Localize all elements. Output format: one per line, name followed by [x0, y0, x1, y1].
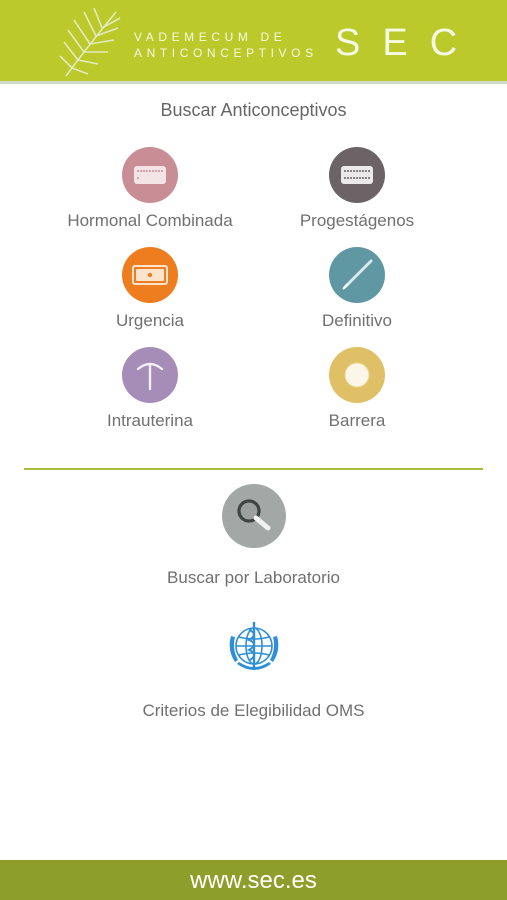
- who-logo-icon: [229, 622, 278, 670]
- category-label: Barrera: [328, 411, 386, 430]
- category-label: Definitivo: [322, 311, 392, 330]
- header-title-line2: ANTICONCEPTIVOS: [134, 46, 318, 60]
- footer-website-link[interactable]: www.sec.es: [0, 860, 507, 900]
- header-title-line1: VADEMECUM DE: [134, 30, 287, 44]
- barrier-ring-icon: [329, 347, 385, 403]
- oms-eligibility-criteria-button[interactable]: Criterios de Elegibilidad OMS: [0, 616, 507, 721]
- category-label: Hormonal Combinada: [67, 211, 233, 230]
- surgical-instrument-icon: [329, 247, 385, 303]
- category-urgencia[interactable]: Urgencia: [40, 247, 260, 331]
- pill-pack-icon: [329, 147, 385, 203]
- palm-leaf-logo-icon: [59, 7, 121, 77]
- section-title: Buscar Anticonceptivos: [160, 100, 347, 120]
- laboratory-label: Buscar por Laboratorio: [167, 568, 340, 587]
- category-progestagenos[interactable]: Progestágenos: [247, 147, 467, 231]
- header-brand: SEC: [335, 22, 480, 64]
- category-intrauterina[interactable]: Intrauterina: [40, 347, 260, 431]
- emergency-pill-icon: [122, 247, 178, 303]
- app-header: VADEMECUM DE ANTICONCEPTIVOS SEC: [0, 0, 507, 84]
- category-label: Intrauterina: [107, 411, 193, 430]
- section-divider: [24, 468, 483, 470]
- category-label: Urgencia: [115, 311, 185, 330]
- category-label: Progestágenos: [299, 211, 415, 230]
- iud-icon: [122, 347, 178, 403]
- category-definitivo[interactable]: Definitivo: [247, 247, 467, 331]
- magnifier-icon: [221, 484, 286, 548]
- category-hormonal-combinada[interactable]: Hormonal Combinada: [40, 147, 260, 231]
- oms-label: Criterios de Elegibilidad OMS: [142, 701, 365, 720]
- pill-pack-icon: [122, 147, 178, 203]
- category-barrera[interactable]: Barrera: [247, 347, 467, 431]
- search-by-laboratory-button[interactable]: Buscar por Laboratorio: [0, 484, 507, 588]
